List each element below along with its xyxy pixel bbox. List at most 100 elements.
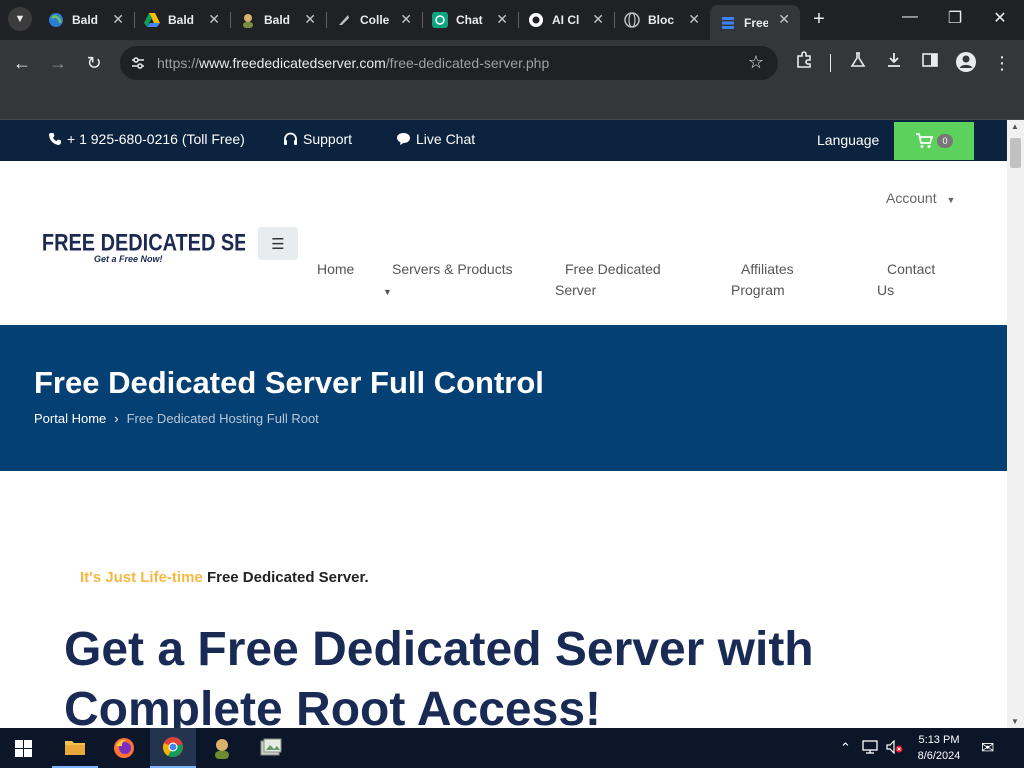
close-tab-icon[interactable]: ✕ xyxy=(208,12,220,26)
taskbar-chrome[interactable] xyxy=(150,728,196,768)
flask-icon xyxy=(850,52,866,67)
profile-button[interactable] xyxy=(954,51,978,75)
arrow-right-icon: → xyxy=(49,53,67,73)
browser-tab[interactable]: Bald ✕ xyxy=(134,5,231,35)
scrollbar-thumb[interactable] xyxy=(1010,138,1021,168)
close-window-button[interactable]: ✕ xyxy=(980,8,1020,28)
breadcrumb-home-link[interactable]: Portal Home xyxy=(34,411,106,426)
browser-tab[interactable]: Chat ✕ xyxy=(422,5,519,35)
headline-line-2: Complete Root Access! xyxy=(64,683,601,728)
system-clock[interactable]: 5:13 PM 8/6/2024 xyxy=(904,732,974,764)
support-link[interactable]: Support xyxy=(283,131,352,147)
close-tab-icon[interactable]: ✕ xyxy=(112,12,124,26)
nav-free-dedicated-line2: Server xyxy=(555,282,597,298)
side-panel-button[interactable] xyxy=(918,51,942,75)
page-scrollbar[interactable]: ▲ ▼ xyxy=(1007,120,1024,728)
browser-tab-bar: ▼ Bald ✕ Bald ✕ Bald ✕ Colle ✕ Chat ✕ AI… xyxy=(0,0,1024,40)
tagline-rest: Free Dedicated Server. xyxy=(206,569,369,586)
chevron-right-icon: › xyxy=(114,411,119,426)
bookmark-star-icon[interactable]: ☆ xyxy=(748,52,764,73)
support-label: Support xyxy=(303,131,353,147)
start-button[interactable] xyxy=(0,728,46,768)
main-headline: Get a Free Dedicated Server with Complet… xyxy=(64,620,944,728)
tab-title: Chat xyxy=(456,13,483,27)
close-tab-icon[interactable]: ✕ xyxy=(496,12,508,26)
nav-free-dedicated-line1: Free Dedicated xyxy=(565,261,661,277)
labs-button[interactable] xyxy=(846,51,870,75)
menu-button[interactable]: ⋮ xyxy=(990,51,1014,75)
windows-logo-icon xyxy=(14,739,32,757)
ai-icon xyxy=(528,12,544,28)
breadcrumb-current: Free Dedicated Hosting Full Root xyxy=(126,411,319,426)
page-title: Free Dedicated Server Full Control xyxy=(34,365,544,400)
notification-center-icon[interactable]: ✉ xyxy=(981,738,994,758)
volume-muted-icon[interactable] xyxy=(886,739,904,757)
network-icon[interactable] xyxy=(862,740,878,757)
live-chat-label: Live Chat xyxy=(416,131,476,147)
browser-tab[interactable]: Bloc ✕ xyxy=(614,5,710,35)
nav-home[interactable]: Home xyxy=(317,259,354,280)
menu-toggle-button[interactable]: ☰ xyxy=(258,227,298,260)
forward-button[interactable]: → xyxy=(46,51,70,75)
browser-tab[interactable]: Bald ✕ xyxy=(230,5,327,35)
extensions-button[interactable] xyxy=(792,51,816,75)
account-label: Account xyxy=(886,190,937,206)
browser-tab-active[interactable]: Free ✕ xyxy=(710,5,800,40)
close-tab-icon[interactable]: ✕ xyxy=(304,12,316,26)
close-tab-icon[interactable]: ✕ xyxy=(778,12,790,26)
reload-icon: ↻ xyxy=(86,53,102,73)
url-text[interactable]: https://www.freededicatedserver.com/free… xyxy=(157,55,549,71)
cart-button[interactable]: 0 xyxy=(894,122,974,160)
language-selector[interactable]: Language xyxy=(817,132,879,148)
taskbar-firefox[interactable] xyxy=(101,728,147,768)
address-bar[interactable]: https://www.freededicatedserver.com/free… xyxy=(120,46,778,80)
image-viewer-icon xyxy=(260,738,282,756)
nav-servers-products[interactable]: Servers & Products ▼ xyxy=(383,259,518,303)
close-tab-icon[interactable]: ✕ xyxy=(688,12,700,26)
scroll-up-arrow-icon[interactable]: ▲ xyxy=(1011,122,1019,131)
close-tab-icon[interactable]: ✕ xyxy=(400,12,412,26)
nav-affiliates-line1: Affiliates xyxy=(741,261,794,277)
globe-icon xyxy=(48,12,64,28)
nav-affiliates-program[interactable]: Affiliates Program xyxy=(731,259,811,301)
new-tab-button[interactable]: + xyxy=(808,8,830,30)
shopping-cart-icon xyxy=(916,133,934,148)
close-tab-icon[interactable]: ✕ xyxy=(592,12,604,26)
site-logo[interactable]: FREE DEDICATED SERVER Get a Free Now! xyxy=(40,223,303,267)
scroll-down-arrow-icon[interactable]: ▼ xyxy=(1011,717,1019,726)
taskbar-app-person[interactable] xyxy=(199,728,245,768)
site-settings-icon[interactable] xyxy=(130,55,146,71)
back-button[interactable]: ← xyxy=(10,51,34,75)
browser-tab[interactable]: Colle ✕ xyxy=(326,5,423,35)
cart-count-badge: 0 xyxy=(937,134,953,148)
phone-link[interactable]: + 1 925-680-0216 (Toll Free) xyxy=(48,131,245,147)
bookmarks-bar xyxy=(0,86,1024,120)
nav-contact-us[interactable]: Contact Us xyxy=(877,259,947,301)
downloads-button[interactable] xyxy=(882,51,906,75)
phone-number: + 1 925-680-0216 (Toll Free) xyxy=(67,131,245,147)
minimize-button[interactable]: — xyxy=(890,8,930,26)
tab-title: Bald xyxy=(168,13,195,27)
account-dropdown[interactable]: Account ▼ xyxy=(886,190,955,206)
taskbar-app-photos[interactable] xyxy=(248,728,294,768)
tab-title: Bald xyxy=(72,13,99,27)
browser-tab[interactable]: Bald ✕ xyxy=(38,5,135,35)
download-icon xyxy=(888,53,900,67)
page-viewport: + 1 925-680-0216 (Toll Free) Support Liv… xyxy=(0,120,1007,728)
quill-icon xyxy=(336,12,352,28)
more-vertical-icon: ⋮ xyxy=(993,53,1011,73)
side-panel-icon xyxy=(922,53,938,67)
logo-sub-text: Get a Free Now! xyxy=(94,254,163,264)
restore-button[interactable]: ❐ xyxy=(935,8,975,28)
show-hidden-icons-chevron[interactable]: ⌃ xyxy=(840,740,851,756)
nav-free-dedicated-server[interactable]: Free Dedicated Server xyxy=(555,259,675,301)
phone-icon xyxy=(49,133,61,145)
taskbar-file-explorer[interactable] xyxy=(52,728,98,768)
browser-tab[interactable]: AI Cl ✕ xyxy=(518,5,615,35)
site-header: FREE DEDICATED SERVER Get a Free Now! ☰ … xyxy=(0,161,1007,325)
reload-button[interactable]: ↻ xyxy=(82,51,106,75)
person-icon xyxy=(240,12,256,28)
tab-title: AI Cl xyxy=(552,13,580,27)
tab-search-button[interactable]: ▼ xyxy=(8,7,32,31)
live-chat-link[interactable]: Live Chat xyxy=(396,131,475,147)
